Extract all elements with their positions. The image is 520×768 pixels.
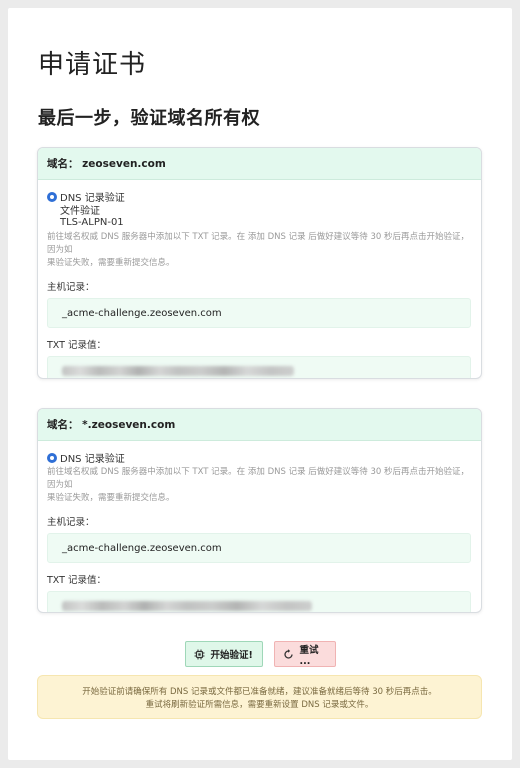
hint-line: 果验证失败，需要重新提交信息。 (47, 493, 175, 503)
radio-unselected-icon[interactable] (47, 205, 57, 215)
host-record-field[interactable]: _acme-challenge.zeoseven.com (47, 533, 471, 563)
radio-label: DNS 记录验证 (60, 454, 125, 465)
retry-label: 重试 ... (299, 644, 319, 667)
warning-notice: 开始验证前请确保所有 DNS 记录或文件都已准备就绪，建议准备就绪后等待 30 … (37, 675, 482, 719)
page-title: 申请证书 (38, 50, 147, 80)
host-record-field[interactable]: _acme-challenge.zeoseven.com (47, 298, 471, 328)
dns-instructions: 前往域名权威 DNS 服务器中添加以下 TXT 记录。在 添加 DNS 记录 后… (47, 231, 471, 270)
txt-record-field[interactable] (47, 356, 471, 378)
chip-icon (194, 649, 205, 660)
hint-line: 前往域名权威 DNS 服务器中添加以下 TXT 记录。在 添加 DNS 记录 后… (47, 467, 469, 490)
refresh-icon (283, 648, 294, 660)
radio-option-tls-alpn[interactable]: TLS-ALPN-01 (47, 216, 471, 229)
hint-line: 前往域名权威 DNS 服务器中添加以下 TXT 记录。在 添加 DNS 记录 后… (47, 232, 469, 255)
page-subtitle: 最后一步，验证域名所有权 (38, 108, 260, 129)
radio-option-dns[interactable]: DNS 记录验证 (47, 451, 471, 465)
radio-selected-icon[interactable] (47, 191, 57, 202)
action-buttons: 开始验证! 重试 ... (8, 641, 512, 667)
page-container: 申请证书 最后一步，验证域名所有权 域名： zeoseven.com DNS 记… (8, 8, 512, 760)
notice-line: 重试将刷新验证所需信息，需要重新设置 DNS 记录或文件。 (145, 700, 374, 710)
txt-record-label: TXT 记录值： (47, 340, 106, 351)
radio-selected-icon[interactable] (47, 452, 57, 463)
redacted-txt-value (62, 366, 294, 376)
radio-option-dns[interactable]: DNS 记录验证 (47, 190, 471, 204)
redacted-txt-value (62, 601, 312, 611)
hint-line: 果验证失败，需要重新提交信息。 (47, 258, 175, 268)
domain-card: 域名： *.zeoseven.com DNS 记录验证 前往域名权威 DNS 服… (37, 408, 482, 613)
radio-option-file[interactable]: 文件验证 (47, 203, 471, 217)
domain-header: 域名： zeoseven.com (38, 148, 481, 180)
dns-instructions: 前往域名权威 DNS 服务器中添加以下 TXT 记录。在 添加 DNS 记录 后… (47, 466, 471, 505)
domain-header: 域名： *.zeoseven.com (38, 409, 481, 441)
radio-unselected-icon[interactable] (47, 218, 57, 228)
start-label: 开始验证! (210, 650, 253, 661)
retry-button[interactable]: 重试 ... (273, 641, 336, 667)
host-record-label: 主机记录： (47, 517, 95, 528)
host-record-label: 主机记录： (47, 282, 95, 293)
txt-record-field[interactable] (47, 591, 471, 612)
notice-line: 开始验证前请确保所有 DNS 记录或文件都已准备就绪，建议准备就绪后等待 30 … (82, 687, 437, 697)
radio-label: TLS-ALPN-01 (60, 217, 124, 228)
radio-label: 文件验证 (60, 206, 100, 217)
domain-card: 域名： zeoseven.com DNS 记录验证 文件验证 TLS-ALPN-… (37, 147, 482, 379)
start-verification-button[interactable]: 开始验证! (184, 641, 263, 667)
txt-record-label: TXT 记录值： (47, 575, 106, 586)
